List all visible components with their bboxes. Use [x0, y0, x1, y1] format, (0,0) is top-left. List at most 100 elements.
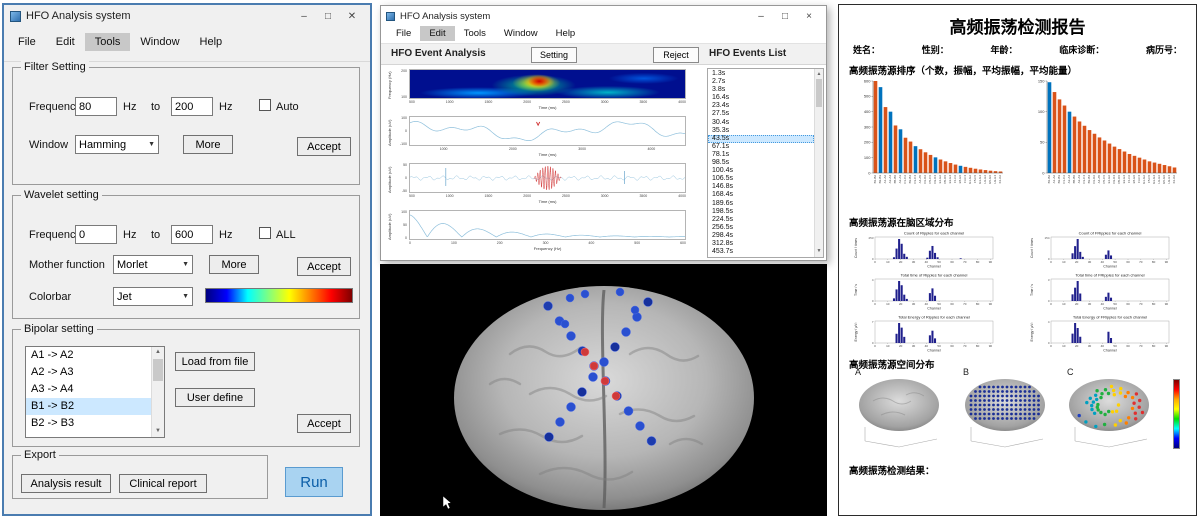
hfo-event-item[interactable]: 100.4s: [708, 167, 814, 175]
filter-freq-from-input[interactable]: [75, 97, 117, 116]
wavelet-freq-to-input[interactable]: [171, 225, 213, 244]
mother-function-select[interactable]: Morlet▼: [113, 255, 193, 274]
scroll-down-icon[interactable]: ▼: [152, 426, 164, 437]
window-select-value: Hamming: [79, 139, 126, 151]
close-button[interactable]: ✕: [340, 11, 364, 22]
colorbar-select[interactable]: Jet▼: [113, 287, 193, 306]
wavelet-accept-button[interactable]: Accept: [297, 257, 351, 276]
bipolar-listbox: A1 -> A2A2 -> A3A3 -> A4B1 -> B2B2 -> B3…: [25, 346, 165, 438]
settings-menu-window[interactable]: Window: [130, 33, 189, 51]
settings-menu-file[interactable]: File: [8, 33, 46, 51]
auto-checkbox[interactable]: [259, 99, 271, 111]
hfo-event-item[interactable]: 224.5s: [708, 216, 814, 224]
clinical-report-button[interactable]: Clinical report: [119, 474, 207, 493]
svg-text:C1-C2: C1-C2: [903, 175, 907, 184]
bipolar-accept-button[interactable]: Accept: [297, 414, 351, 433]
settings-menu-tools[interactable]: Tools: [85, 33, 131, 51]
svg-text:20: 20: [899, 260, 903, 264]
settings-menu-help[interactable]: Help: [190, 33, 233, 51]
section-spatial-heading: 高频振荡源空间分布: [849, 357, 935, 371]
viewer-menu-help[interactable]: Help: [547, 26, 585, 41]
hfo-event-item[interactable]: 168.4s: [708, 191, 814, 199]
hfo-event-item[interactable]: 198.5s: [708, 208, 814, 216]
viewer-menu-window[interactable]: Window: [495, 26, 547, 41]
reject-button[interactable]: Reject: [653, 47, 699, 63]
filter-accept-button[interactable]: Accept: [297, 137, 351, 156]
y-ticks: 200100: [396, 69, 407, 99]
wavelet-freq-from-input[interactable]: [75, 225, 117, 244]
hfo-event-item[interactable]: 298.4s: [708, 232, 814, 240]
y-axis-label: Amplitude (uV): [387, 210, 392, 240]
report-title: 高频振荡检测报告: [839, 13, 1196, 38]
tick-label: 1000: [446, 194, 454, 198]
bipolar-scrollbar[interactable]: ▲ ▼: [151, 347, 164, 437]
hfo-event-item[interactable]: 453.7s: [708, 248, 814, 256]
window-select[interactable]: Hamming▼: [75, 135, 159, 154]
run-button[interactable]: Run: [285, 467, 343, 497]
minimize-button[interactable]: –: [292, 11, 316, 22]
scroll-down-icon[interactable]: ▼: [815, 246, 823, 257]
hfo-event-item[interactable]: 27.5s: [708, 110, 814, 118]
scroll-thumb[interactable]: [816, 79, 822, 107]
bipolar-channel-item[interactable]: A3 -> A4: [26, 381, 151, 398]
tick-label: 200: [401, 69, 407, 73]
svg-text:150: 150: [1038, 78, 1045, 83]
filter-freq-to-input[interactable]: [171, 97, 213, 116]
viewer-menu-file[interactable]: File: [387, 26, 420, 41]
events-scrollbar[interactable]: ▲ ▼: [814, 69, 823, 257]
window-title: HFO Analysis system: [400, 11, 490, 22]
hfo-event-item[interactable]: 1.3s: [708, 70, 814, 78]
hfo-event-item[interactable]: 43.5s: [708, 135, 814, 143]
hfo-event-item[interactable]: 16.4s: [708, 94, 814, 102]
hfo-event-item[interactable]: 146.8s: [708, 183, 814, 191]
hfo-event-item[interactable]: 35.3s: [708, 127, 814, 135]
minimize-button[interactable]: –: [749, 11, 773, 22]
hfo-event-item[interactable]: 106.5s: [708, 175, 814, 183]
setting-button[interactable]: Setting: [531, 47, 577, 63]
svg-text:200: 200: [864, 140, 871, 145]
filtered-signal-subplot: Amplitude (uV) 1000-100 1000200030004000…: [385, 115, 703, 162]
viewer-menu-tools[interactable]: Tools: [455, 26, 495, 41]
load-from-file-button[interactable]: Load from file: [175, 352, 255, 371]
close-button[interactable]: ×: [797, 11, 821, 22]
bipolar-channel-item[interactable]: B2 -> B3: [26, 415, 151, 432]
tick-label: 1000: [440, 147, 448, 151]
settings-menu-edit[interactable]: Edit: [46, 33, 85, 51]
x-ticks: 5001000150020002500300035004000: [409, 194, 686, 198]
tick-label: 1500: [485, 194, 493, 198]
hfo-event-item[interactable]: 23.4s: [708, 102, 814, 110]
svg-text:H1-H2: H1-H2: [983, 175, 987, 184]
hfo-event-item[interactable]: 98.5s: [708, 159, 814, 167]
filter-more-button[interactable]: More: [183, 135, 233, 154]
frequency-label: Frequency: [29, 229, 81, 241]
svg-text:90: 90: [1165, 344, 1169, 348]
bipolar-channel-item[interactable]: A2 -> A3: [26, 364, 151, 381]
filter-setting-group: Filter Setting Frequency Hz to Hz Auto W…: [12, 67, 360, 185]
hfo-event-item[interactable]: 2.7s: [708, 78, 814, 86]
analysis-result-button[interactable]: Analysis result: [21, 474, 111, 493]
scroll-thumb[interactable]: [153, 359, 163, 381]
tick-label: 500: [634, 241, 640, 245]
maximize-button[interactable]: □: [316, 11, 340, 22]
hfo-event-item[interactable]: 78.1s: [708, 151, 814, 159]
bipolar-channel-item[interactable]: B1 -> B2: [26, 398, 151, 415]
hfo-event-item[interactable]: 189.6s: [708, 200, 814, 208]
brain-3d-viewport[interactable]: [380, 264, 827, 516]
all-checkbox[interactable]: [259, 227, 271, 239]
hfo-event-item[interactable]: 30.4s: [708, 119, 814, 127]
scroll-up-icon[interactable]: ▲: [152, 347, 164, 358]
hfo-event-item[interactable]: 256.5s: [708, 224, 814, 232]
svg-text:0: 0: [1050, 344, 1052, 348]
hfo-event-item[interactable]: 312.8s: [708, 240, 814, 248]
user-define-button[interactable]: User define: [175, 388, 255, 407]
maximize-button[interactable]: □: [773, 11, 797, 22]
hfo-event-item[interactable]: 3.8s: [708, 86, 814, 94]
bipolar-channel-item[interactable]: A1 -> A2: [26, 347, 151, 364]
svg-text:50: 50: [1113, 344, 1117, 348]
svg-text:B2-B3: B2-B3: [1057, 175, 1061, 184]
viewer-menu-edit[interactable]: Edit: [420, 26, 454, 41]
hfo-event-item[interactable]: 67.1s: [708, 143, 814, 151]
title-bar: HFO Analysis system – □ ✕: [4, 5, 370, 27]
toolbar: HFO Event Analysis Setting Reject HFO Ev…: [381, 43, 826, 65]
wavelet-more-button[interactable]: More: [209, 255, 259, 274]
